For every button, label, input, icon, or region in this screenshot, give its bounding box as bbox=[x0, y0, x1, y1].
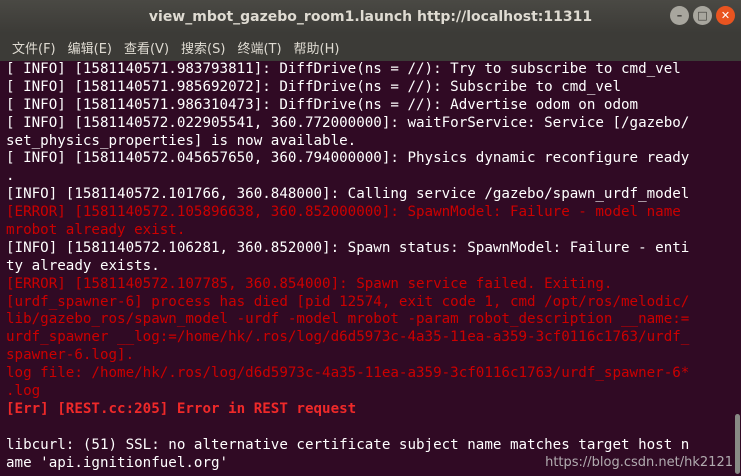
scrollbar[interactable] bbox=[733, 61, 741, 476]
terminal-line: ty already exists. bbox=[6, 257, 160, 274]
terminal-output[interactable]: [ INFO] [1581140571.983793811]: DiffDriv… bbox=[0, 61, 733, 476]
terminal-line: [ INFO] [1581140572.045657650, 360.79400… bbox=[6, 150, 690, 167]
menu-search[interactable]: 搜索(S) bbox=[175, 35, 231, 60]
terminal-line: log file: /home/hk/.ros/log/d6d5973c-4a3… bbox=[6, 365, 690, 382]
watermark: https://blog.csdn.net/hk2121 bbox=[545, 455, 733, 470]
menu-bar: 文件(F) 编辑(E) 查看(V) 搜索(S) 终端(T) 帮助(H) bbox=[0, 33, 741, 61]
menu-edit[interactable]: 编辑(E) bbox=[62, 35, 118, 60]
terminal-line: [urdf_spawner-6] process has died [pid 1… bbox=[6, 293, 690, 310]
terminal-line: [ INFO] [1581140571.985692072]: DiffDriv… bbox=[6, 78, 621, 95]
terminal-line: lib/gazebo_ros/spawn_model -urdf -model … bbox=[6, 311, 690, 328]
window-title: view_mbot_gazebo_room1.launch http://loc… bbox=[148, 8, 593, 25]
menu-view[interactable]: 查看(V) bbox=[118, 35, 175, 60]
close-button[interactable]: ✕ bbox=[716, 6, 735, 25]
terminal-line: mrobot already exist. bbox=[6, 222, 186, 239]
terminal-line: urdf_spawner __log:=/home/hk/.ros/log/d6… bbox=[6, 329, 690, 346]
maximize-button[interactable]: □ bbox=[693, 6, 712, 25]
menu-file[interactable]: 文件(F) bbox=[6, 35, 62, 60]
terminal-line: libcurl: (51) SSL: no alternative certif… bbox=[6, 436, 690, 453]
window-controls: – □ ✕ bbox=[670, 6, 735, 25]
terminal-line: [ERROR] [1581140572.107785, 360.854000]:… bbox=[6, 275, 613, 292]
terminal-line: [INFO] [1581140572.106281, 360.852000]: … bbox=[6, 239, 690, 256]
terminal-line: [ INFO] [1581140571.986310473]: DiffDriv… bbox=[6, 96, 639, 113]
scrollbar-thumb[interactable] bbox=[735, 414, 740, 474]
minimize-button[interactable]: – bbox=[670, 6, 689, 25]
title-bar[interactable]: view_mbot_gazebo_room1.launch http://loc… bbox=[0, 0, 741, 33]
terminal-line: [ERROR] [1581140572.105896638, 360.85200… bbox=[6, 204, 681, 221]
terminal-line: set_physics_properties] is now available… bbox=[6, 132, 357, 149]
terminal-line: [ INFO] [1581140572.022905541, 360.77200… bbox=[6, 114, 690, 131]
terminal-line: spawner-6.log]. bbox=[6, 347, 135, 364]
terminal-line: [Err] [REST.cc:205] Error in REST reques… bbox=[6, 400, 357, 417]
terminal-line: . bbox=[6, 168, 15, 185]
terminal-line: [INFO] [1581140572.101766, 360.848000]: … bbox=[6, 186, 690, 203]
terminal-line: [ INFO] [1581140571.983793811]: DiffDriv… bbox=[6, 61, 681, 77]
terminal-line: .log bbox=[6, 383, 41, 400]
menu-terminal[interactable]: 终端(T) bbox=[231, 35, 287, 60]
menu-help[interactable]: 帮助(H) bbox=[288, 35, 346, 60]
terminal-window: view_mbot_gazebo_room1.launch http://loc… bbox=[0, 0, 741, 476]
